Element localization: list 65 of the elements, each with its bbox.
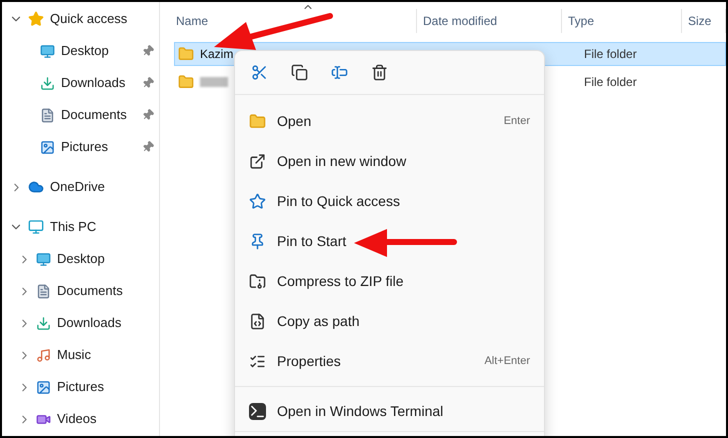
sidebar-item[interactable]: Desktop (57, 249, 105, 269)
folder-icon (178, 46, 194, 62)
shortcut-text: Alt+Enter (484, 354, 530, 369)
zip-icon (249, 272, 266, 290)
picture-icon (40, 140, 55, 154)
pin-icon (249, 232, 266, 250)
file-type: File folder (583, 46, 637, 63)
sidebar-item[interactable]: Quick access (50, 9, 128, 29)
path-icon (249, 312, 266, 330)
file-row[interactable]: File folder (174, 70, 726, 94)
menu-item-label: Pin to Start (277, 232, 346, 250)
folder-icon (178, 74, 194, 90)
music-icon (36, 348, 51, 362)
terminal-icon (249, 402, 266, 420)
sidebar-item[interactable]: Pictures (61, 137, 108, 157)
column-header[interactable]: Date modified (423, 12, 498, 30)
menu-item[interactable]: Pin to Quick access (235, 181, 544, 221)
cut-icon[interactable] (251, 64, 268, 81)
picture-icon (36, 380, 51, 394)
star-icon (249, 192, 266, 210)
menu-item[interactable]: Open in Windows Terminal (235, 391, 544, 431)
menu-item-label: Open in Windows Terminal (277, 402, 444, 421)
sidebar-item[interactable]: Documents (57, 281, 123, 301)
menu-item[interactable]: Pin to Start (235, 221, 544, 261)
file-type: File folder (583, 74, 637, 91)
menu-item[interactable]: Properties Alt+Enter (235, 341, 544, 381)
sidebar-item[interactable]: Downloads (57, 313, 122, 333)
folder-icon (249, 112, 266, 130)
sidebar-item[interactable]: OneDrive (50, 177, 105, 197)
monitor-icon (28, 219, 44, 235)
menu-item[interactable]: Open in new window (235, 141, 544, 181)
rename-icon[interactable] (331, 64, 348, 81)
menu-item-label: Properties (277, 352, 341, 371)
menu-item[interactable]: Open Enter (235, 101, 544, 141)
new-window-icon (249, 152, 266, 170)
column-header[interactable]: Size (688, 12, 712, 30)
sidebar-item[interactable]: Music (57, 345, 91, 365)
menu-item-label: Copy as path (277, 312, 360, 331)
menu-item[interactable]: Copy as path (235, 301, 544, 341)
cloud-icon (28, 179, 44, 195)
file-name: Kazim (200, 46, 234, 63)
sidebar-item[interactable]: Downloads (61, 73, 126, 93)
menu-item-label: Open in new window (277, 152, 406, 171)
sidebar-item[interactable]: Desktop (61, 41, 109, 61)
desktop-icon (40, 44, 55, 58)
menu-item[interactable]: Compress to ZIP file (235, 261, 544, 301)
column-header[interactable]: Name (176, 12, 208, 30)
star-icon (28, 11, 44, 27)
sidebar-item[interactable]: Documents (61, 105, 127, 125)
menu-item-label: Pin to Quick access (277, 192, 400, 211)
download-icon (40, 76, 55, 90)
sidebar-item[interactable]: Videos (57, 409, 97, 429)
menu-item-label: Open (277, 112, 312, 131)
shortcut-text: Enter (504, 114, 530, 129)
sidebar-item[interactable]: Pictures (57, 377, 104, 397)
blurred-name (200, 77, 228, 87)
delete-icon[interactable] (371, 64, 388, 81)
desktop-icon (36, 252, 51, 266)
sidebar-item[interactable]: This PC (50, 217, 96, 237)
menu-item-label: Compress to ZIP file (277, 272, 404, 291)
column-header[interactable]: Type (568, 12, 594, 30)
document-icon (36, 284, 51, 298)
download-icon (36, 316, 51, 330)
document-icon (40, 108, 55, 122)
copy-icon[interactable] (291, 64, 308, 81)
